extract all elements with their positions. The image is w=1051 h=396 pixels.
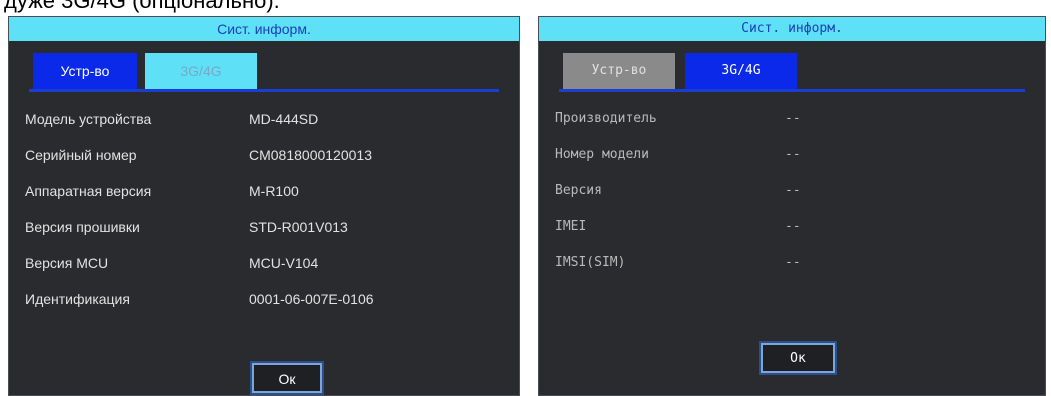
info-row-manufacturer: Производитель -- [539, 101, 1045, 137]
info-value: STD-R001V013 [249, 219, 348, 235]
info-label: Версия [555, 183, 602, 198]
info-value: -- [785, 147, 801, 162]
info-row-model: Модель устройства MD-444SD [9, 101, 519, 137]
system-info-panel-3g4g: Сист. информ. Устр-во 3G/4G Производител… [538, 16, 1046, 396]
info-row-imsi: IMSI(SIM) -- [539, 245, 1045, 281]
info-label: IMSI(SIM) [555, 255, 626, 270]
info-value: MD-444SD [249, 111, 319, 127]
info-label: Идентификация [25, 291, 130, 307]
info-value: 0001-06-007E-0106 [249, 291, 374, 307]
tab-device[interactable]: Устр-во [33, 53, 137, 89]
tab-underline [559, 89, 1025, 92]
info-label: Модель устройства [25, 111, 152, 127]
info-label: Версия MCU [25, 255, 109, 271]
info-value: -- [785, 111, 801, 126]
tab-3g4g[interactable]: 3G/4G [685, 53, 797, 89]
tab-3g4g[interactable]: 3G/4G [145, 53, 257, 89]
info-list: Модель устройства MD-444SD Серийный номе… [9, 101, 519, 317]
info-label: IMEI [555, 219, 587, 234]
info-value: -- [785, 219, 801, 234]
info-row-version: Версия -- [539, 173, 1045, 209]
info-label: Версия прошивки [25, 219, 140, 235]
info-row-hardware: Аппаратная версия M-R100 [9, 173, 519, 209]
info-row-imei: IMEI -- [539, 209, 1045, 245]
system-info-panel-device: Сист. информ. Устр-во 3G/4G Модель устро… [8, 16, 520, 396]
info-list: Производитель -- Номер модели -- Версия … [539, 101, 1045, 281]
info-row-firmware: Версия прошивки STD-R001V013 [9, 209, 519, 245]
info-value: M-R100 [249, 183, 299, 199]
info-value: -- [785, 183, 801, 198]
info-label: Производитель [555, 111, 657, 126]
tab-device[interactable]: Устр-во [563, 53, 675, 89]
ok-button[interactable]: Ок [761, 343, 835, 373]
info-label: Номер модели [555, 147, 649, 162]
info-row-identification: Идентификация 0001-06-007E-0106 [9, 281, 519, 317]
caption-crop: дуже 3G/4G (опціонально). [0, 0, 1051, 16]
ok-button[interactable]: Ок [252, 363, 322, 393]
info-label: Аппаратная версия [25, 183, 152, 199]
window-title: Сист. информ. [9, 17, 519, 41]
caption-text: дуже 3G/4G (опціонально). [4, 0, 280, 13]
info-value: CM0818000120013 [249, 147, 372, 163]
info-value: -- [785, 255, 801, 270]
tab-underline [29, 89, 499, 92]
window-title: Сист. информ. [539, 17, 1045, 41]
info-row-mcu: Версия MCU MCU-V104 [9, 245, 519, 281]
info-row-model-number: Номер модели -- [539, 137, 1045, 173]
info-label: Серийный номер [25, 147, 137, 163]
info-row-serial: Серийный номер CM0818000120013 [9, 137, 519, 173]
info-value: MCU-V104 [249, 255, 319, 271]
